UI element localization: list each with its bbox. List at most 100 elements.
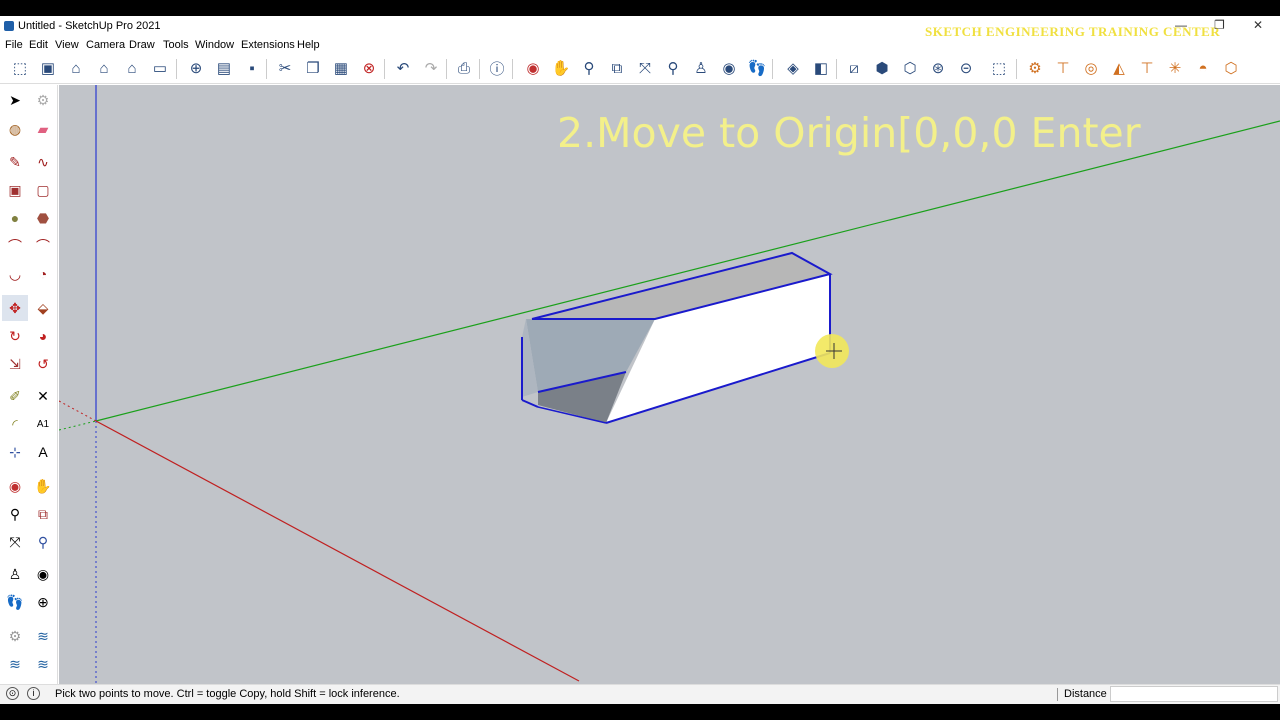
menu-draw[interactable]: Draw [129, 39, 155, 51]
restore-icon[interactable]: ❐ [1214, 18, 1225, 32]
sandbox-scratch-icon[interactable]: ≋ [32, 625, 54, 647]
pie-icon[interactable]: ◔ [32, 263, 54, 285]
zoom-left-icon[interactable]: ⚲ [4, 503, 26, 525]
previous-view-icon[interactable]: ⚲ [662, 57, 684, 79]
dome-icon[interactable]: ◓ [1192, 57, 1214, 79]
xray-style-icon[interactable]: ⚙ [1024, 57, 1046, 79]
move-icon[interactable]: ✥ [2, 295, 28, 321]
zoom-extents-icon[interactable]: ⤧ [634, 57, 656, 79]
follow-me-icon[interactable]: ◕ [32, 325, 54, 347]
zoom-previous-icon[interactable]: ⚲ [32, 531, 54, 553]
zoom-icon[interactable]: ⚲ [578, 57, 600, 79]
make-component-icon[interactable]: ⚙ [32, 89, 54, 111]
3d-warehouse-icon[interactable]: ▣ [37, 57, 59, 79]
circle-icon[interactable]: ● [4, 207, 26, 229]
pan-icon[interactable]: ✋ [550, 57, 572, 79]
walk-icon[interactable]: 👣 [746, 57, 768, 79]
menu-file[interactable]: File [5, 39, 23, 51]
zoom-window-left-icon[interactable]: ⧉ [32, 503, 54, 525]
menu-view[interactable]: View [55, 39, 79, 51]
extension-warehouse-icon[interactable]: ⌂ [121, 57, 143, 79]
red-axis-positive [95, 420, 580, 682]
section-plane-icon[interactable]: ◈ [782, 57, 804, 79]
copy-icon[interactable]: ❐ [302, 57, 324, 79]
open-file-icon[interactable]: ▤ [213, 57, 235, 79]
3d-text-icon[interactable]: A [32, 441, 54, 463]
rotate-icon[interactable]: ↻ [4, 325, 26, 347]
instructor-icon[interactable]: i [27, 687, 40, 700]
push-pull-icon[interactable]: ⬙ [32, 297, 54, 319]
pan-left-icon[interactable]: ✋ [32, 475, 54, 497]
look-around-icon[interactable]: ◉ [718, 57, 740, 79]
minimize-icon[interactable]: — [1175, 18, 1187, 32]
axes-icon[interactable]: ⊹ [4, 441, 26, 463]
line-icon[interactable]: ✎ [4, 151, 26, 173]
menu-window[interactable]: Window [195, 39, 234, 51]
close-icon[interactable]: ✕ [1253, 18, 1263, 32]
geo-location-icon[interactable]: ⊙ [6, 687, 19, 700]
eraser-icon[interactable]: ▰ [32, 118, 54, 140]
scale-icon[interactable]: ⇲ [4, 353, 26, 375]
walk-left-icon[interactable]: 👣 [4, 591, 26, 613]
new-file-icon[interactable]: ⊕ [185, 57, 207, 79]
dimension-icon[interactable]: ✕ [32, 385, 54, 407]
right-view-icon[interactable]: ⊛ [927, 57, 949, 79]
menu-tools[interactable]: Tools [163, 39, 189, 51]
offset-icon[interactable]: ↺ [32, 353, 54, 375]
monochrome-style-icon[interactable]: ✳ [1164, 57, 1186, 79]
front-view-icon[interactable]: ⬡ [899, 57, 921, 79]
model-info-icon[interactable]: ⓘ [486, 57, 508, 79]
polygon-icon[interactable]: ⬣ [32, 207, 54, 229]
3d-viewport[interactable] [59, 85, 1280, 697]
redo-icon[interactable]: ↷ [420, 57, 442, 79]
paint-bucket-icon[interactable]: ◍ [4, 118, 26, 140]
zoom-window-icon[interactable]: ⧉ [606, 57, 628, 79]
orbit-icon[interactable]: ◉ [522, 57, 544, 79]
rotated-rectangle-icon[interactable]: ▢ [32, 179, 54, 201]
cube-icon[interactable]: ⬡ [1220, 57, 1242, 79]
two-point-arc-icon[interactable]: ⌒ [32, 235, 54, 257]
smoove-icon[interactable]: ≋ [4, 653, 26, 675]
position-camera-icon[interactable]: ♙ [690, 57, 712, 79]
rectangle-icon[interactable]: ▣ [4, 179, 26, 201]
hidden-line-style-icon[interactable]: ◎ [1080, 57, 1102, 79]
cut-icon[interactable]: ✂ [274, 57, 296, 79]
iso-view-icon[interactable]: ⧄ [843, 57, 865, 79]
house-outline-icon[interactable]: ▭ [149, 57, 171, 79]
stamp-icon[interactable]: ≋ [32, 653, 54, 675]
tape-measure-icon[interactable]: ✐ [4, 385, 26, 407]
paste-icon[interactable]: ▦ [330, 57, 352, 79]
warehouse-icon[interactable]: ⌂ [93, 57, 115, 79]
measurement-input[interactable] [1110, 686, 1278, 702]
textured-style-icon[interactable]: ⊤ [1136, 57, 1158, 79]
menu-camera[interactable]: Camera [86, 39, 125, 51]
look-around-left-icon[interactable]: ◉ [32, 563, 54, 585]
three-point-arc-icon[interactable]: ◡ [4, 263, 26, 285]
freehand-icon[interactable]: ∿ [32, 151, 54, 173]
menu-edit[interactable]: Edit [29, 39, 48, 51]
display-section-icon[interactable]: ◧ [810, 57, 832, 79]
position-camera-left-icon[interactable]: ♙ [4, 563, 26, 585]
left-view-icon[interactable]: ⬚ [988, 57, 1010, 79]
select-icon[interactable]: ➤ [4, 89, 26, 111]
top-view-icon[interactable]: ⬢ [871, 57, 893, 79]
menu-help[interactable]: Help [297, 39, 320, 51]
wireframe-style-icon[interactable]: ⊤ [1052, 57, 1074, 79]
save-icon[interactable]: ▪ [241, 57, 263, 79]
house-icon[interactable]: ⌂ [65, 57, 87, 79]
section-plane-left-icon[interactable]: ⊕ [32, 591, 54, 613]
orbit-left-icon[interactable]: ◉ [4, 475, 26, 497]
arc-icon[interactable]: ⌒ [4, 235, 26, 257]
sandbox-from-contours-icon[interactable]: ⚙ [4, 625, 26, 647]
get-models-icon[interactable]: ⬚ [9, 57, 31, 79]
protractor-icon[interactable]: ◜ [4, 413, 26, 435]
main-toolbar: ⬚ ▣ ⌂ ⌂ ⌂ ▭ ⊕ ▤ ▪ ✂ ❐ ▦ ⊗ ↶ ↷ ⎙ ⓘ ◉ ✋ ⚲ … [0, 54, 1280, 84]
erase-delete-icon[interactable]: ⊗ [358, 57, 380, 79]
print-icon[interactable]: ⎙ [453, 57, 475, 79]
shaded-style-icon[interactable]: ◭ [1108, 57, 1130, 79]
text-icon[interactable]: A1 [32, 413, 54, 435]
menu-extensions[interactable]: Extensions [241, 39, 295, 51]
zoom-extents-left-icon[interactable]: ⤧ [4, 531, 26, 553]
undo-icon[interactable]: ↶ [392, 57, 414, 79]
back-view-icon[interactable]: ⊝ [955, 57, 977, 79]
